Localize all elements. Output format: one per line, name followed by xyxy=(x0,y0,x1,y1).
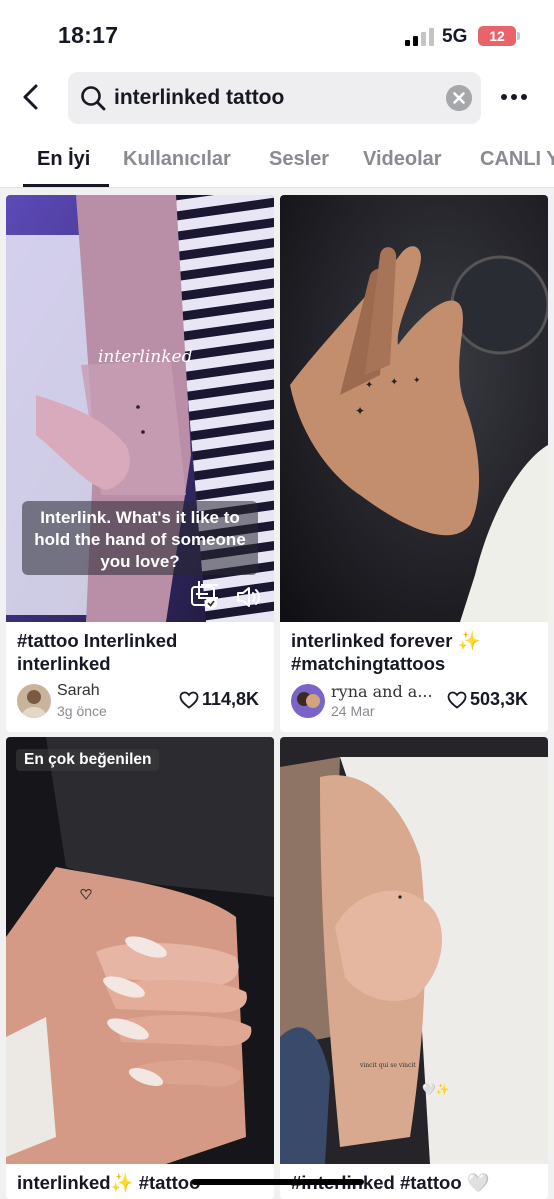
svg-text:✦: ✦ xyxy=(355,404,365,418)
video-thumbnail[interactable]: vincit qui se vincit 🤍✨ xyxy=(280,737,548,1164)
signal-icon xyxy=(405,28,434,46)
video-card[interactable]: interlinked Interlink. What's it like to… xyxy=(6,195,274,732)
tab-sounds[interactable]: Sesler xyxy=(269,148,329,171)
most-liked-badge: En çok beğenilen xyxy=(16,749,160,771)
captions-icon[interactable] xyxy=(190,584,218,610)
video-title[interactable]: #tattoo Interlinked interlinked xyxy=(17,629,267,675)
post-date: 3g önce xyxy=(57,703,107,719)
avatar[interactable] xyxy=(291,684,325,718)
battery-icon: 12 xyxy=(478,26,520,46)
svg-text:🤍✨: 🤍✨ xyxy=(422,1083,450,1096)
tab-users[interactable]: Kullanıcılar xyxy=(123,148,231,171)
status-bar: 18:17 5G 12 xyxy=(0,0,554,64)
search-header: interlinked tattoo xyxy=(0,64,554,130)
svg-text:✦: ✦ xyxy=(413,375,421,385)
active-tab-indicator xyxy=(23,184,109,187)
search-input[interactable]: interlinked tattoo xyxy=(68,72,481,124)
svg-text:✦: ✦ xyxy=(365,380,373,391)
like-count: 503,3K xyxy=(470,689,529,709)
search-query[interactable]: interlinked tattoo xyxy=(114,86,284,110)
video-card[interactable]: ✦ ✦ ✦ ✦ interlinked forever ✨ #matchingt… xyxy=(280,195,548,732)
video-card[interactable]: vincit qui se vincit 🤍✨ #interlinked #ta… xyxy=(280,737,548,1199)
tab-videos[interactable]: Videolar xyxy=(363,148,442,171)
svg-text:vincit qui se vincit: vincit qui se vincit xyxy=(359,1062,416,1069)
like-count: 114,8K xyxy=(202,689,260,709)
network-label: 5G xyxy=(442,26,468,47)
svg-text:✦: ✦ xyxy=(390,377,398,388)
video-card[interactable]: En çok beğenilen interlinked✨ #tattoo xyxy=(6,737,274,1199)
video-thumbnail[interactable]: ✦ ✦ ✦ ✦ xyxy=(280,195,548,622)
heart-icon xyxy=(179,691,199,709)
avatar[interactable] xyxy=(17,684,51,718)
search-tabs: En İyi Kullanıcılar Sesler Videolar CANL… xyxy=(0,130,554,188)
volume-icon[interactable] xyxy=(235,584,263,610)
more-options-icon[interactable] xyxy=(500,92,528,102)
author-name[interactable]: ryna and a... xyxy=(331,682,433,701)
video-thumbnail[interactable] xyxy=(6,737,274,1164)
video-caption: Interlink. What's it like to hold the ha… xyxy=(22,501,258,575)
video-title[interactable]: interlinked forever ✨ #matchingtattoos xyxy=(291,629,541,675)
back-arrow-icon[interactable] xyxy=(18,82,46,112)
search-icon xyxy=(81,86,106,111)
status-time: 18:17 xyxy=(58,22,119,48)
clear-search-icon[interactable] xyxy=(446,85,472,111)
heart-icon xyxy=(447,691,467,709)
home-indicator xyxy=(192,1179,364,1185)
tab-top[interactable]: En İyi xyxy=(37,148,90,171)
post-date: 24 Mar xyxy=(331,703,375,719)
video-overlay-text: interlinked xyxy=(98,347,193,367)
tab-live[interactable]: CANLI Y xyxy=(480,148,554,171)
author-name[interactable]: Sarah xyxy=(57,682,100,700)
